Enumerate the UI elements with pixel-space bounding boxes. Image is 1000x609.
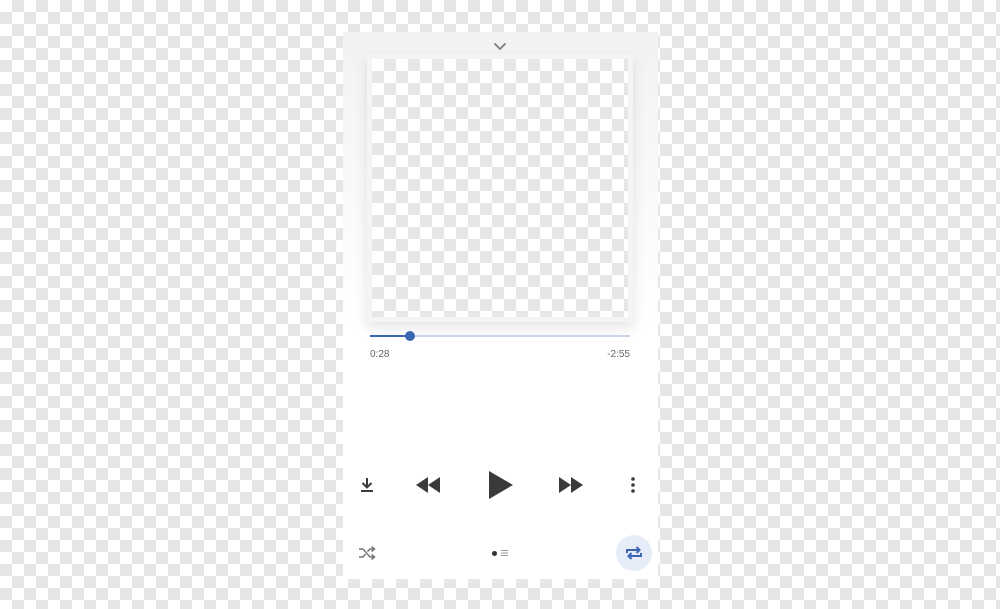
download-icon bbox=[361, 478, 373, 492]
collapse-button[interactable] bbox=[490, 38, 510, 54]
download-button[interactable] bbox=[356, 474, 378, 496]
elapsed-time: 0:28 bbox=[370, 349, 390, 360]
play-button[interactable] bbox=[483, 467, 519, 503]
seek-bar[interactable] bbox=[370, 328, 630, 344]
seek-thumb[interactable] bbox=[405, 331, 416, 341]
page-dot-active bbox=[492, 550, 497, 556]
album-art-frame bbox=[367, 54, 633, 322]
album-art bbox=[372, 59, 628, 317]
music-player: 0:28 -2:55 bbox=[343, 32, 658, 579]
more-options-button[interactable] bbox=[623, 473, 643, 497]
repeat-button[interactable] bbox=[616, 535, 652, 571]
more-vertical-icon bbox=[631, 477, 635, 493]
chevron-down-icon bbox=[493, 42, 507, 50]
page-indicator[interactable] bbox=[485, 547, 515, 559]
seek-progress bbox=[370, 335, 411, 337]
repeat-icon bbox=[626, 546, 642, 560]
rewind-icon bbox=[416, 477, 440, 493]
fast-forward-icon bbox=[559, 477, 583, 493]
queue-list-icon bbox=[501, 550, 508, 556]
play-icon bbox=[489, 471, 513, 499]
shuffle-icon bbox=[359, 546, 376, 560]
fast-forward-button[interactable] bbox=[556, 473, 586, 497]
remaining-time: -2:55 bbox=[607, 349, 630, 360]
repeat-active-background bbox=[616, 535, 652, 571]
shuffle-button[interactable] bbox=[355, 542, 379, 564]
rewind-button[interactable] bbox=[413, 473, 443, 497]
